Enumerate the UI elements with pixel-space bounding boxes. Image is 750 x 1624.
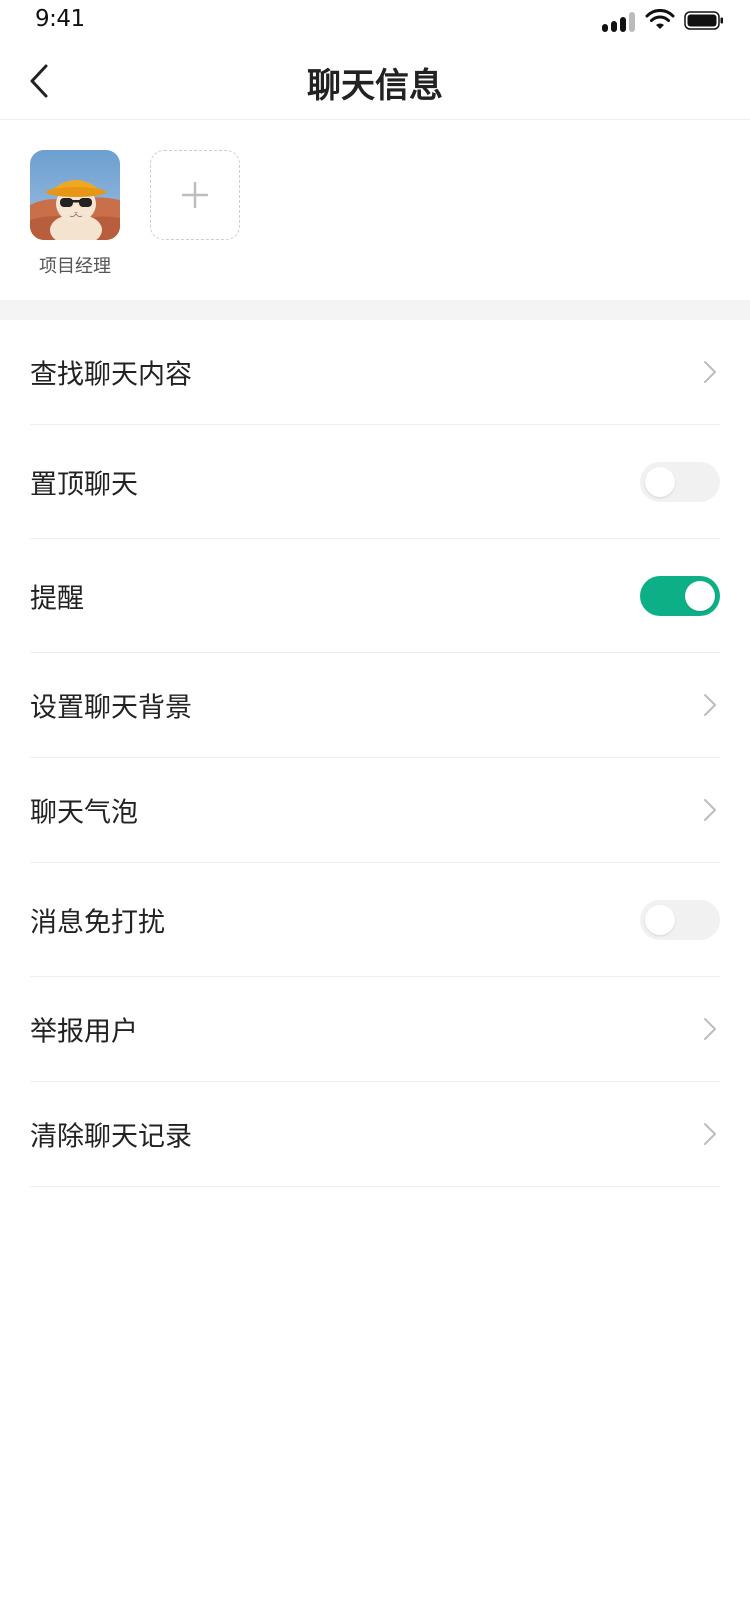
clear-history-row[interactable]: 清除聊天记录 [30,1082,720,1187]
add-member-button[interactable] [150,150,240,240]
row-label: 聊天气泡 [30,797,138,829]
member-list: 项目经理 [0,120,750,300]
do-not-disturb-toggle[interactable] [640,899,720,940]
status-bar: 9:41 [0,0,750,44]
plus-icon [182,182,208,208]
pin-chat-row: 置顶聊天 [30,425,720,539]
member-name: 项目经理 [39,256,111,277]
report-user-row[interactable]: 举报用户 [30,977,720,1082]
row-label: 设置聊天背景 [30,692,192,724]
section-divider [0,300,750,320]
search-chat-row[interactable]: 查找聊天内容 [30,320,720,425]
signal-icon [602,12,638,32]
do-not-disturb-row: 消息免打扰 [30,863,720,977]
row-label: 消息免打扰 [30,907,165,938]
chevron-right-icon [704,1018,716,1040]
avatar [30,150,120,240]
remind-row: 提醒 [30,539,720,653]
wifi-icon [645,9,675,29]
row-label: 提醒 [30,583,84,614]
chevron-right-icon [704,799,716,821]
page-title: 聊天信息 [307,66,443,106]
pin-chat-toggle[interactable] [640,461,720,502]
chat-bubble-row[interactable]: 聊天气泡 [30,758,720,863]
chevron-right-icon [704,694,716,716]
status-time: 9:41 [35,6,85,32]
row-label: 查找聊天内容 [30,359,192,391]
row-label: 置顶聊天 [30,469,138,500]
row-label: 清除聊天记录 [30,1121,192,1153]
row-label: 举报用户 [30,1016,138,1048]
nav-bar: 聊天信息 [0,44,750,120]
remind-toggle[interactable] [640,575,720,616]
chevron-right-icon [704,1123,716,1145]
battery-icon [684,11,723,30]
chevron-right-icon [704,361,716,383]
settings-list: 查找聊天内容 置顶聊天 提醒 设置聊天背景 聊天气泡 消息免打扰 举报用户 清除 [0,320,750,1187]
chat-background-row[interactable]: 设置聊天背景 [30,653,720,758]
member-item[interactable]: 项目经理 [30,150,120,278]
